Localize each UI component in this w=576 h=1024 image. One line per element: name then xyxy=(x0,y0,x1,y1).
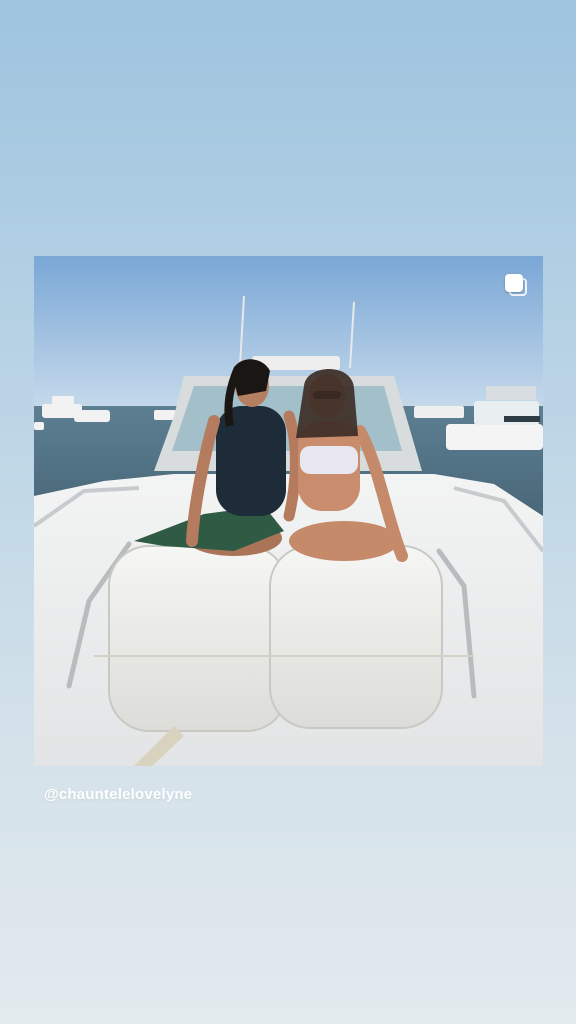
story-frame: @chauntelelovelyne xyxy=(0,0,576,1024)
multiple-photos-icon xyxy=(505,274,527,296)
boat-deck-photo xyxy=(34,256,543,766)
shared-post-photo[interactable] xyxy=(34,256,543,766)
mention-sticker[interactable]: @chauntelelovelyne xyxy=(44,786,192,803)
